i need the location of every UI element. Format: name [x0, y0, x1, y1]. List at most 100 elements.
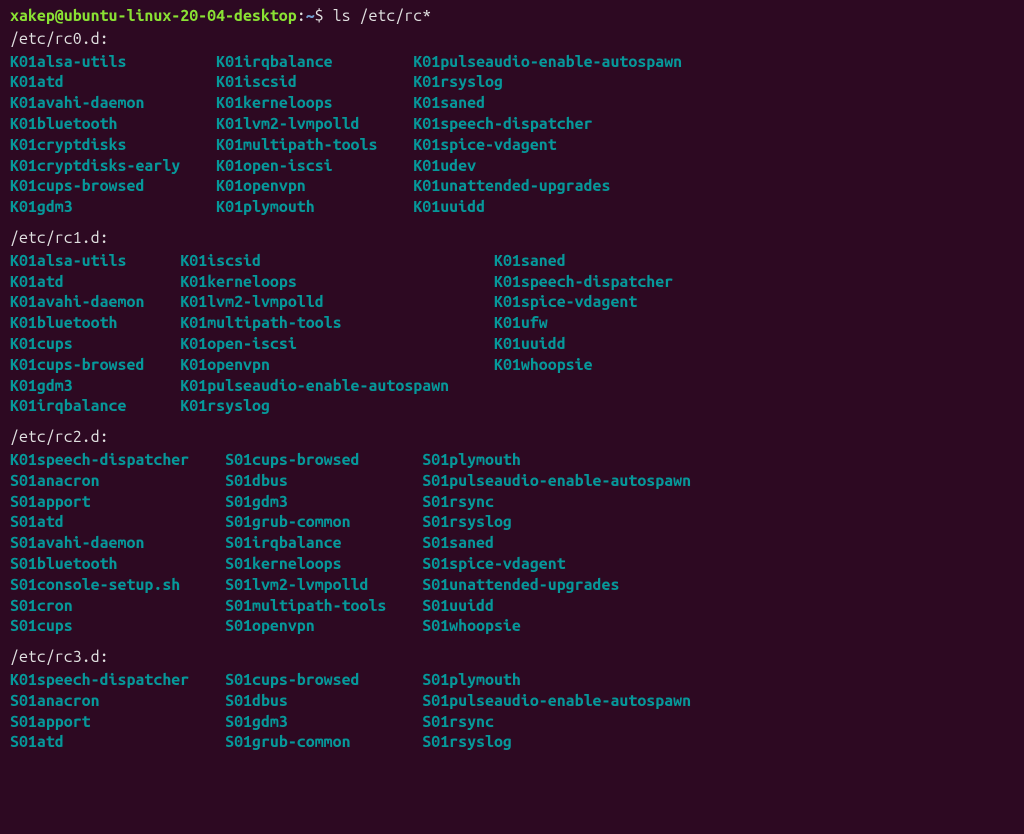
file-entry: S01irqbalance — [225, 533, 404, 554]
file-entry: K01openvpn — [180, 355, 476, 376]
prompt-path: ~ — [306, 7, 315, 25]
directory-section: /etc/rc1.d:K01alsa-utils K01iscsid K01sane… — [10, 228, 1014, 417]
file-entry: K01gdm3 — [10, 197, 198, 218]
terminal-output: /etc/rc0.d:K01alsa-utilsK01irqbalanceK01… — [10, 29, 1014, 753]
file-entry: S01atd — [10, 512, 207, 533]
file-entry: K01bluetooth — [10, 313, 162, 334]
directory-header: /etc/rc1.d: — [10, 228, 1014, 249]
file-entry: K01irqbalance — [216, 52, 395, 73]
prompt-line: xakep@ubuntu-linux-20-04-desktop:~$ ls /… — [10, 6, 1014, 27]
file-entry: K01plymouth — [216, 197, 395, 218]
file-entry: S01pulseaudio-enable-autospawn — [422, 471, 1014, 492]
file-entry: S01avahi-daemon — [10, 533, 207, 554]
file-entry: K01speech-dispatcher — [413, 114, 1014, 135]
file-entry: S01anacron — [10, 471, 207, 492]
file-entry: K01saned — [494, 251, 1014, 272]
directory-header: /etc/rc2.d: — [10, 427, 1014, 448]
file-entry: K01gdm3 — [10, 376, 162, 397]
file-entry: S01bluetooth — [10, 554, 207, 575]
file-entry: K01udev — [413, 156, 1014, 177]
file-entry: S01rsyslog — [422, 512, 1014, 533]
file-entry: S01rsync — [422, 712, 1014, 733]
file-entry: K01speech-dispatcher — [494, 272, 1014, 293]
file-entry: S01plymouth — [422, 450, 1014, 471]
file-list: K01alsa-utilsK01irqbalanceK01pulseaudio-… — [10, 52, 1014, 218]
file-entry: K01ufw — [494, 313, 1014, 334]
file-entry: S01saned — [422, 533, 1014, 554]
file-entry: K01whoopsie — [494, 355, 1014, 376]
directory-header: /etc/rc3.d: — [10, 647, 1014, 668]
file-entry: S01gdm3 — [225, 492, 404, 513]
file-entry: S01cron — [10, 596, 207, 617]
file-entry: S01atd — [10, 732, 207, 753]
file-entry: S01grub-common — [225, 732, 404, 753]
prompt-colon: : — [297, 7, 306, 25]
file-entry: K01iscsid — [180, 251, 476, 272]
file-entry: S01multipath-tools — [225, 596, 404, 617]
file-entry: S01unattended-upgrades — [422, 575, 1014, 596]
file-entry: S01uuidd — [422, 596, 1014, 617]
file-list: K01alsa-utils K01iscsid K01saned K01atd K01k… — [10, 251, 1014, 417]
file-entry: K01cryptdisks — [10, 135, 198, 156]
file-entry: K01multipath-tools — [180, 313, 476, 334]
file-entry: K01saned — [413, 93, 1014, 114]
file-entry: K01rsyslog — [180, 396, 476, 417]
file-entry: S01anacron — [10, 691, 207, 712]
file-entry: S01dbus — [225, 691, 404, 712]
file-entry: K01speech-dispatcher — [10, 670, 207, 691]
prompt-dollar: $ — [315, 7, 324, 25]
file-entry: S01grub-common — [225, 512, 404, 533]
file-entry: K01rsyslog — [413, 72, 1014, 93]
file-entry: S01cups-browsed — [225, 450, 404, 471]
file-entry: S01whoopsie — [422, 616, 1014, 637]
file-entry: S01lvm2-lvmpolld — [225, 575, 404, 596]
file-entry: K01bluetooth — [10, 114, 198, 135]
file-entry: K01open-iscsi — [180, 334, 476, 355]
file-entry: S01cups — [10, 616, 207, 637]
file-entry: S01apport — [10, 492, 207, 513]
file-entry: K01lvm2-lvmpolld — [216, 114, 395, 135]
directory-section: /etc/rc0.d:K01alsa-utilsK01irqbalanceK01… — [10, 29, 1014, 218]
file-entry: K01cryptdisks-early — [10, 156, 198, 177]
prompt-command: ls /etc/rc* — [333, 7, 432, 25]
file-entry: K01kerneloops — [216, 93, 395, 114]
file-entry: S01rsync — [422, 492, 1014, 513]
file-entry — [494, 396, 1014, 417]
file-entry: K01spice-vdagent — [494, 292, 1014, 313]
file-entry — [494, 376, 1014, 397]
file-entry: S01plymouth — [422, 670, 1014, 691]
file-entry: K01cups-browsed — [10, 176, 198, 197]
file-entry: K01openvpn — [216, 176, 395, 197]
file-entry: K01uuidd — [494, 334, 1014, 355]
file-entry: S01cups-browsed — [225, 670, 404, 691]
file-list: K01speech-dispatcher S01cups-browsed S01pl… — [10, 670, 1014, 753]
file-entry: K01atd — [10, 72, 198, 93]
file-entry: S01spice-vdagent — [422, 554, 1014, 575]
file-entry: K01cups-browsed — [10, 355, 162, 376]
file-list: K01speech-dispatcher S01cups-browsed S01pl… — [10, 450, 1014, 637]
file-entry: K01atd — [10, 272, 162, 293]
file-entry: K01kerneloops — [180, 272, 476, 293]
directory-section: /etc/rc2.d:K01speech-dispatcher S01cups-b… — [10, 427, 1014, 637]
file-entry: K01irqbalance — [10, 396, 162, 417]
file-entry: S01console-setup.sh — [10, 575, 207, 596]
file-entry: S01rsyslog — [422, 732, 1014, 753]
file-entry: K01pulseaudio-enable-autospawn — [180, 376, 476, 397]
file-entry: K01avahi-daemon — [10, 292, 162, 313]
prompt-user-host: xakep@ubuntu-linux-20-04-desktop — [10, 7, 297, 25]
file-entry: K01uuidd — [413, 197, 1014, 218]
file-entry: K01avahi-daemon — [10, 93, 198, 114]
file-entry: K01alsa-utils — [10, 251, 162, 272]
file-entry: K01iscsid — [216, 72, 395, 93]
file-entry: K01unattended-upgrades — [413, 176, 1014, 197]
file-entry: K01lvm2-lvmpolld — [180, 292, 476, 313]
directory-section: /etc/rc3.d:K01speech-dispatcher S01cups-b… — [10, 647, 1014, 753]
file-entry: K01speech-dispatcher — [10, 450, 207, 471]
file-entry: S01dbus — [225, 471, 404, 492]
file-entry: K01spice-vdagent — [413, 135, 1014, 156]
file-entry: K01multipath-tools — [216, 135, 395, 156]
file-entry: K01cups — [10, 334, 162, 355]
file-entry: K01open-iscsi — [216, 156, 395, 177]
file-entry: S01apport — [10, 712, 207, 733]
file-entry: S01gdm3 — [225, 712, 404, 733]
